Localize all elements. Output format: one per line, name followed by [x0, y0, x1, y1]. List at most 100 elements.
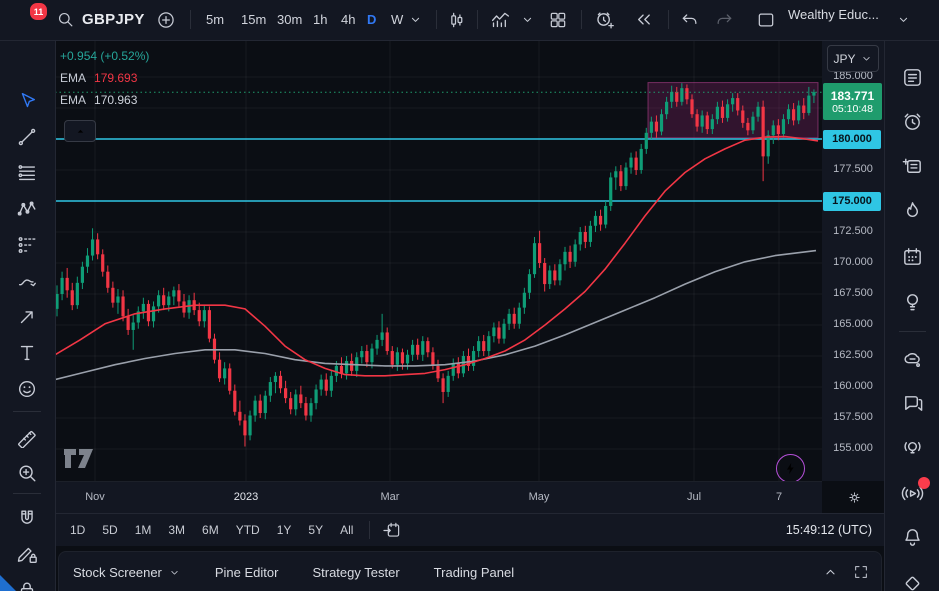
- tool-cursor[interactable]: [0, 90, 54, 112]
- sidebar-live-bulb[interactable]: [885, 436, 939, 459]
- range-ytd[interactable]: YTD: [236, 523, 260, 537]
- sidebar-flame[interactable]: [885, 200, 939, 223]
- timeframe-1h[interactable]: 1h: [309, 10, 331, 29]
- tool-pencil-lock[interactable]: [0, 543, 54, 565]
- tool-zoom-in[interactable]: [0, 462, 54, 484]
- price-axis[interactable]: JPY 185.000177.500172.500170.000167.5001…: [822, 40, 884, 481]
- tab-pine-editor[interactable]: Pine Editor: [215, 565, 279, 580]
- tradingview-app: +0.954 (+0.52%) EMA 179.693 EMA 170.963 …: [0, 0, 939, 591]
- price-label: 162.500: [822, 349, 884, 361]
- range-toolbar: 1D 5D 1M 3M 6M YTD 1Y 5Y All 15:49:12 (UTC): [55, 513, 884, 546]
- timeframe-30m[interactable]: 30m: [273, 10, 306, 29]
- tool-fib-lines[interactable]: [0, 162, 54, 184]
- range-5d[interactable]: 5D: [102, 523, 117, 537]
- select-layout-button[interactable]: [756, 0, 776, 39]
- indicators-button[interactable]: [490, 0, 511, 39]
- undo-button[interactable]: [680, 0, 700, 39]
- legend-collapse-button[interactable]: [64, 120, 96, 142]
- ema-fast-row[interactable]: EMA 179.693: [60, 72, 149, 84]
- tool-forecast[interactable]: [0, 234, 54, 256]
- tab-trading-panel[interactable]: Trading Panel: [434, 565, 514, 580]
- tool-smiley[interactable]: [0, 378, 54, 400]
- tab-strategy-tester[interactable]: Strategy Tester: [312, 565, 399, 580]
- tradingview-watermark-icon: [63, 448, 95, 474]
- sidebar-bulb[interactable]: [885, 290, 939, 313]
- divider: [668, 10, 669, 29]
- tab-label: Strategy Tester: [312, 565, 399, 580]
- divider: [13, 411, 41, 412]
- price-label: 165.000: [822, 318, 884, 330]
- chevron-down-icon: [860, 52, 873, 65]
- sidebar-watchlist[interactable]: [885, 66, 939, 89]
- range-1m[interactable]: 1M: [135, 523, 152, 537]
- range-1d[interactable]: 1D: [70, 523, 85, 537]
- range-6m[interactable]: 6M: [202, 523, 219, 537]
- price-label: 167.500: [822, 287, 884, 299]
- tab-label: Stock Screener: [73, 565, 162, 580]
- level-price-label: 175.000: [823, 192, 881, 211]
- time-label: Jul: [687, 491, 701, 503]
- tab-label: Trading Panel: [434, 565, 514, 580]
- create-alert-button[interactable]: [594, 0, 615, 39]
- add-symbol-button[interactable]: [156, 0, 176, 39]
- range-5y[interactable]: 5Y: [308, 523, 323, 537]
- layout-title: Wealthy Educ...: [788, 7, 879, 22]
- tool-brush[interactable]: [0, 270, 54, 292]
- collapse-panel-icon[interactable]: [822, 564, 839, 581]
- layout-title-button[interactable]: Wealthy Educ...: [788, 0, 879, 34]
- drawing-toolbar: [0, 40, 56, 591]
- symbol-name: GBPJPY: [82, 11, 145, 28]
- sidebar-bell[interactable]: [885, 526, 939, 549]
- sidebar-thought-cloud[interactable]: [885, 348, 939, 371]
- time-label: Mar: [381, 491, 400, 503]
- range-3m[interactable]: 3M: [168, 523, 185, 537]
- fullscreen-icon[interactable]: [853, 564, 869, 580]
- tool-ruler[interactable]: [0, 426, 54, 448]
- timeframe-5m[interactable]: 5m: [202, 10, 228, 29]
- go-to-date-icon[interactable]: [382, 521, 401, 540]
- bar-countdown: 05:10:48: [832, 103, 873, 115]
- clock[interactable]: 15:49:12 (UTC): [786, 523, 872, 537]
- bar-replay-button[interactable]: [633, 0, 654, 39]
- chart-style-button[interactable]: [447, 0, 467, 39]
- search-icon[interactable]: [56, 0, 75, 39]
- timeframe-15m[interactable]: 15m: [237, 10, 270, 29]
- sidebar-alarm[interactable]: [885, 110, 939, 133]
- layout-menu-button[interactable]: [896, 0, 911, 39]
- sidebar-note-plus[interactable]: [885, 155, 939, 178]
- currency-dropdown[interactable]: JPY: [827, 45, 879, 72]
- tool-arrow[interactable]: [0, 306, 54, 328]
- tool-magnet[interactable]: [0, 508, 54, 530]
- time-label: Nov: [85, 491, 105, 503]
- change-value: +0.954 (+0.52%): [60, 50, 149, 62]
- gear-icon[interactable]: [847, 490, 862, 505]
- tool-text[interactable]: [0, 342, 54, 364]
- tab-stock-screener[interactable]: Stock Screener: [73, 565, 181, 580]
- layout-templates-button[interactable]: [548, 0, 568, 39]
- divider: [13, 493, 41, 494]
- timeframe-menu-button[interactable]: [408, 0, 423, 39]
- timeframe-D[interactable]: D: [363, 10, 380, 29]
- time-label: May: [529, 491, 550, 503]
- sidebar-calendar[interactable]: [885, 245, 939, 268]
- price-label: 157.500: [822, 411, 884, 423]
- ema-slow-row[interactable]: EMA 170.963: [60, 94, 149, 106]
- tool-trend-line[interactable]: [0, 126, 54, 148]
- symbol-change-row: +0.954 (+0.52%): [60, 50, 149, 62]
- timeframe-W[interactable]: W: [387, 10, 407, 29]
- sidebar-chat[interactable]: [885, 392, 939, 415]
- indicators-menu-button[interactable]: [520, 0, 535, 39]
- range-1y[interactable]: 1Y: [277, 523, 292, 537]
- range-all[interactable]: All: [340, 523, 353, 537]
- time-label: 2023: [234, 491, 258, 503]
- time-axis[interactable]: Nov2023MarMayJul7: [55, 481, 822, 514]
- sidebar-streams[interactable]: [885, 481, 939, 505]
- tool-pattern[interactable]: [0, 198, 54, 220]
- lightning-icon[interactable]: [776, 454, 805, 483]
- tab-label: Pine Editor: [215, 565, 279, 580]
- symbol-search-button[interactable]: GBPJPY: [82, 0, 145, 39]
- sidebar-diamond[interactable]: [885, 572, 939, 591]
- redo-button[interactable]: [714, 0, 734, 39]
- timeframe-4h[interactable]: 4h: [337, 10, 359, 29]
- divider: [190, 10, 191, 29]
